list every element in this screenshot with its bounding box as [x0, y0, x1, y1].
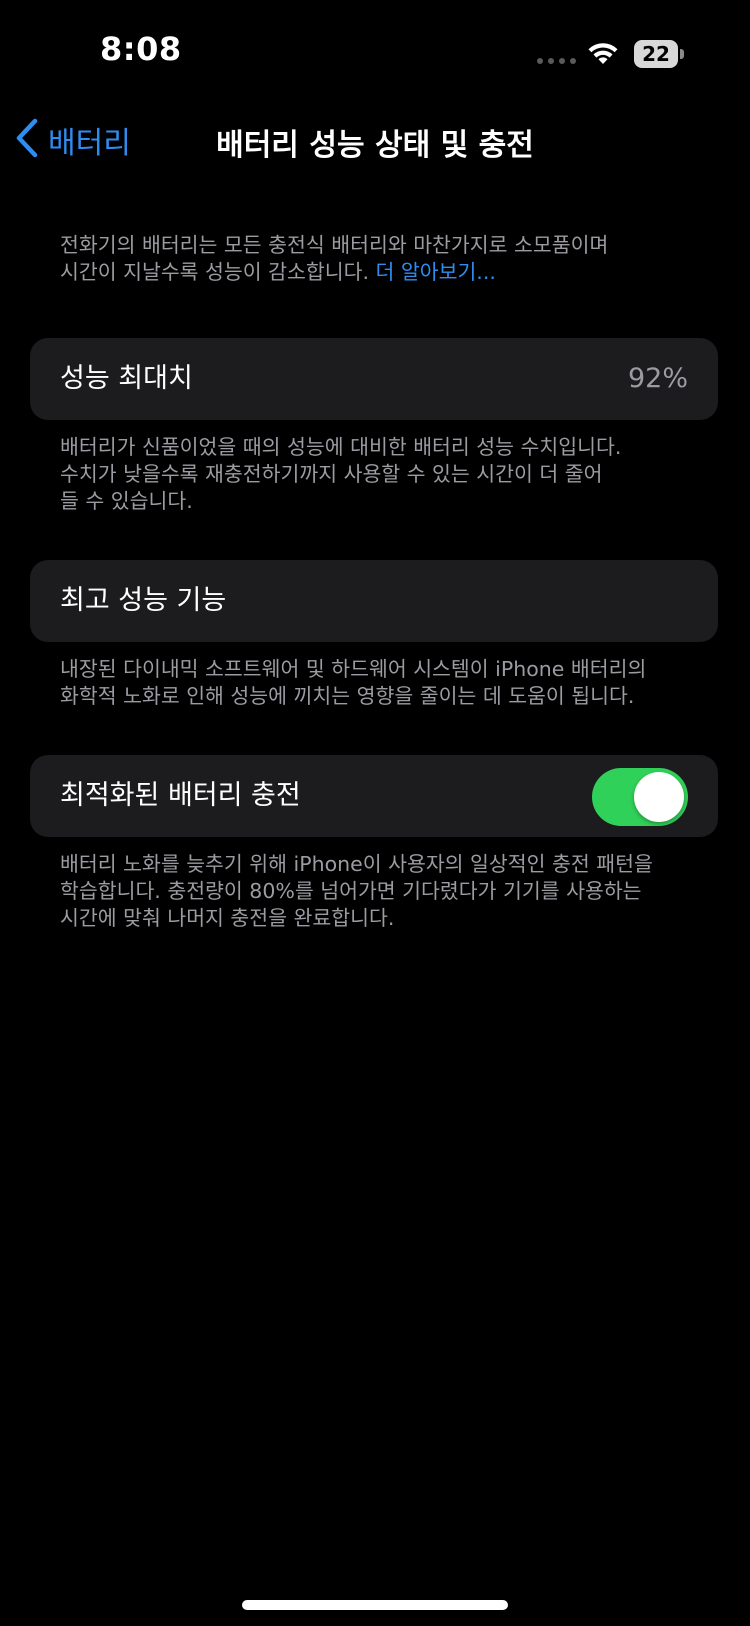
wifi-icon [586, 40, 620, 70]
intro-text: 전화기의 배터리는 모든 충전식 배터리와 마찬가지로 소모품이며 시간이 지날… [60, 232, 700, 286]
battery-icon: 22 [634, 40, 684, 68]
optimized-charging-desc-line-1: 배터리 노화를 늦추기 위해 iPhone이 사용자의 일상적인 충전 패턴을 [60, 852, 653, 876]
max-capacity-value: 92% [627, 363, 688, 394]
learn-more-link[interactable]: 더 알아보기... [375, 260, 495, 284]
home-indicator[interactable] [242, 1600, 508, 1610]
back-label: 배터리 [48, 126, 131, 161]
optimized-charging-toggle[interactable] [592, 768, 688, 826]
max-capacity-desc-line-3: 들 수 있습니다. [60, 489, 193, 513]
max-capacity-desc-line-1: 배터리가 신품이었을 때의 성능에 대비한 배터리 성능 수치입니다. [60, 435, 622, 459]
optimized-charging-desc-line-2: 학습합니다. 충전량이 80%를 넘어가면 기다렸다가 기기를 사용하는 [60, 879, 642, 903]
toggle-knob [634, 772, 684, 822]
battery-level: 22 [642, 42, 670, 66]
max-capacity-row: 성능 최대치 92% [30, 338, 718, 420]
max-capacity-desc-line-2: 수치가 낮을수록 재충전하기까지 사용할 수 있는 시간이 더 줄어 [60, 462, 603, 486]
intro-line-1: 전화기의 배터리는 모든 충전식 배터리와 마찬가지로 소모품이며 [60, 233, 609, 257]
status-time: 8:08 [100, 30, 182, 68]
cellular-signal-icon [537, 58, 576, 64]
chevron-left-icon [14, 118, 40, 162]
optimized-charging-label: 최적화된 배터리 충전 [60, 780, 301, 811]
optimized-charging-row: 최적화된 배터리 충전 [30, 755, 718, 837]
peak-performance-label: 최고 성능 기능 [60, 585, 227, 616]
peak-performance-description: 내장된 다이내믹 소프트웨어 및 하드웨어 시스템이 iPhone 배터리의 화… [60, 656, 700, 710]
peak-performance-desc-line-1: 내장된 다이내믹 소프트웨어 및 하드웨어 시스템이 iPhone 배터리의 [60, 657, 647, 681]
page-title: 배터리 성능 상태 및 충전 [216, 128, 534, 163]
optimized-charging-description: 배터리 노화를 늦추기 위해 iPhone이 사용자의 일상적인 충전 패턴을 … [60, 851, 700, 932]
back-button[interactable]: 배터리 [14, 118, 131, 162]
optimized-charging-desc-line-3: 시간에 맞춰 나머지 충전을 완료합니다. [60, 906, 395, 930]
intro-line-2: 시간이 지날수록 성능이 감소합니다. [60, 260, 376, 284]
peak-performance-row: 최고 성능 기능 [30, 560, 718, 642]
max-capacity-label: 성능 최대치 [60, 363, 193, 394]
peak-performance-desc-line-2: 화학적 노화로 인해 성능에 끼치는 영향을 줄이는 데 도움이 됩니다. [60, 684, 635, 708]
max-capacity-description: 배터리가 신품이었을 때의 성능에 대비한 배터리 성능 수치입니다. 수치가 … [60, 434, 700, 515]
